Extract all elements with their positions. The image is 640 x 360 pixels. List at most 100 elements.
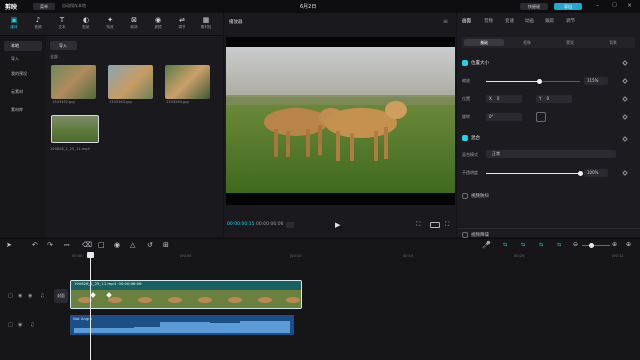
- close-icon[interactable]: ×: [627, 2, 632, 9]
- mute-icon[interactable]: ♫: [30, 322, 34, 328]
- x-value: 0: [496, 96, 500, 101]
- tool-adjust[interactable]: ⇌ 调节: [170, 15, 194, 34]
- stabilize-checkbox[interactable]: [462, 193, 468, 199]
- player-title: 播放器: [229, 20, 243, 25]
- position-size-checkbox[interactable]: [462, 60, 468, 66]
- tool-text[interactable]: T 文本: [50, 15, 74, 34]
- subtab-mask[interactable]: 蒙版: [550, 39, 590, 46]
- cover-button[interactable]: 封面: [54, 289, 68, 303]
- reverse-icon[interactable]: ◉: [114, 241, 120, 249]
- autosave-status: 自动保存本地: [62, 3, 86, 8]
- position-size-title: 位置大小: [471, 61, 489, 66]
- sidebar-item-import[interactable]: 导入: [4, 54, 42, 64]
- video-preview: [226, 37, 455, 205]
- position-label: 位置: [462, 96, 470, 101]
- scale-slider-knob[interactable]: [537, 79, 542, 84]
- select-tool-icon[interactable]: ➤: [6, 241, 12, 249]
- tool-effects[interactable]: ✦ 特效: [98, 15, 122, 34]
- import-button[interactable]: 导入: [50, 41, 77, 50]
- undo-icon[interactable]: ↶: [32, 241, 38, 249]
- delete-icon[interactable]: ⌫: [82, 241, 92, 249]
- opacity-slider-knob[interactable]: [578, 171, 583, 176]
- media-thumbnail[interactable]: [165, 65, 210, 99]
- sidebar-item-cloud[interactable]: 云素材: [4, 87, 42, 97]
- asset-toolbar: ▣ 媒体 ♪ 音频 T 文本 ◐ 贴纸 ✦ 特效 ⊠ 转场 ◉ 滤镜 ⇌ 调节 ▦ 素材包: [0, 13, 223, 36]
- preview-axis-icon[interactable]: ⇆: [557, 241, 561, 249]
- rotate-icon[interactable]: ↺: [147, 241, 153, 249]
- tool-sticker[interactable]: ◐ 贴纸: [74, 15, 98, 34]
- sidebar-item-library[interactable]: 素材库: [4, 105, 42, 115]
- rotate-reset-button[interactable]: [536, 112, 546, 122]
- position-x-field[interactable]: X 0: [486, 95, 522, 103]
- tab-animation[interactable]: 动画: [525, 18, 534, 24]
- tab-tracking[interactable]: 跟踪: [545, 18, 554, 24]
- mute-icon[interactable]: ♫: [40, 293, 44, 299]
- hide-track-icon[interactable]: ◉: [18, 293, 22, 299]
- timecode-toggle[interactable]: [286, 222, 294, 228]
- export-button[interactable]: 导出: [554, 3, 582, 10]
- tab-picture[interactable]: 画面: [462, 18, 471, 24]
- minimize-icon[interactable]: –: [596, 2, 599, 9]
- zoom-in-icon[interactable]: ⊕: [612, 241, 617, 249]
- link-icon[interactable]: ⇆: [503, 241, 507, 249]
- tool-template[interactable]: ▦ 素材包: [194, 15, 218, 34]
- freeze-icon[interactable]: □: [98, 241, 105, 249]
- blend-mode-select[interactable]: 正常: [486, 150, 616, 158]
- scale-value-field[interactable]: 115%: [584, 77, 608, 85]
- playhead-handle[interactable]: [87, 252, 94, 258]
- media-thumbnail[interactable]: [108, 65, 153, 99]
- tab-speed[interactable]: 变速: [505, 18, 514, 24]
- zoom-slider-track[interactable]: [582, 245, 610, 246]
- media-thumbnail[interactable]: [51, 65, 96, 99]
- lock-icon[interactable]: □: [8, 322, 13, 328]
- shortcuts-button[interactable]: 快捷键: [520, 3, 548, 10]
- tool-filter[interactable]: ◉ 滤镜: [146, 15, 170, 34]
- lock-icon[interactable]: □: [8, 293, 13, 299]
- subtab-matting[interactable]: 抠像: [507, 39, 547, 46]
- media-sidebar: 本地 导入 我的预设 云素材 素材库: [0, 36, 46, 237]
- rotate-field[interactable]: 0°: [486, 113, 522, 121]
- position-y-field[interactable]: Y 0: [536, 95, 572, 103]
- microphone-icon[interactable]: 🎤: [482, 241, 491, 249]
- blend-checkbox[interactable]: [462, 135, 468, 141]
- fit-icon[interactable]: ⛶: [416, 221, 420, 229]
- media-thumbnail-video[interactable]: [51, 115, 99, 143]
- sidebar-item-local[interactable]: 本地: [4, 41, 42, 51]
- video-clip-label: 190826_1_25_11.mp4 00:00:06:06: [74, 281, 142, 286]
- project-title[interactable]: 6月2日: [300, 3, 316, 10]
- eye-icon[interactable]: ◉: [28, 293, 32, 299]
- zoom-slider-knob[interactable]: [589, 243, 594, 248]
- maximize-icon[interactable]: □: [612, 2, 617, 8]
- tool-transition[interactable]: ⊠ 转场: [122, 15, 146, 34]
- fullscreen-icon[interactable]: ⛶: [445, 221, 449, 229]
- opacity-value-field[interactable]: 100%: [584, 169, 608, 177]
- crop-icon[interactable]: ⊞: [163, 241, 169, 249]
- playhead[interactable]: [90, 252, 91, 360]
- ruler-tick: 00:00: [72, 254, 83, 258]
- tool-media[interactable]: ▣ 媒体: [2, 15, 26, 34]
- tab-audio[interactable]: 音频: [484, 18, 493, 24]
- tool-audio[interactable]: ♪ 音频: [26, 15, 50, 34]
- eye-icon[interactable]: ◉: [18, 322, 22, 328]
- subtab-background[interactable]: 背景: [593, 39, 633, 46]
- menu-icon[interactable]: ≡: [443, 18, 448, 25]
- subtab-basic[interactable]: 基础: [464, 39, 504, 46]
- zoom-fit-icon[interactable]: ⊕: [626, 241, 631, 249]
- magnet-icon[interactable]: ⇆: [521, 241, 525, 249]
- audio-clip[interactable]: [70, 315, 294, 335]
- app-logo: 剪映: [5, 4, 18, 11]
- effects-icon: ✦: [107, 16, 113, 24]
- tab-adjust[interactable]: 调节: [566, 18, 575, 24]
- zoom-out-icon[interactable]: ⊖: [573, 241, 578, 249]
- sidebar-item-presets[interactable]: 我的预设: [4, 69, 42, 79]
- mirror-icon[interactable]: △: [130, 241, 135, 249]
- clip-duration: 00:00:06:06: [118, 281, 142, 286]
- play-button[interactable]: ▶: [335, 221, 340, 229]
- ratio-button[interactable]: [430, 222, 440, 228]
- split-icon[interactable]: ⎓: [64, 241, 70, 249]
- menu-button[interactable]: 菜单: [33, 3, 55, 10]
- redo-icon[interactable]: ↷: [47, 241, 53, 249]
- filter-all-label[interactable]: 全部: [50, 54, 58, 60]
- snap-icon[interactable]: ⇆: [539, 241, 543, 249]
- filter-icon: ◉: [154, 16, 162, 24]
